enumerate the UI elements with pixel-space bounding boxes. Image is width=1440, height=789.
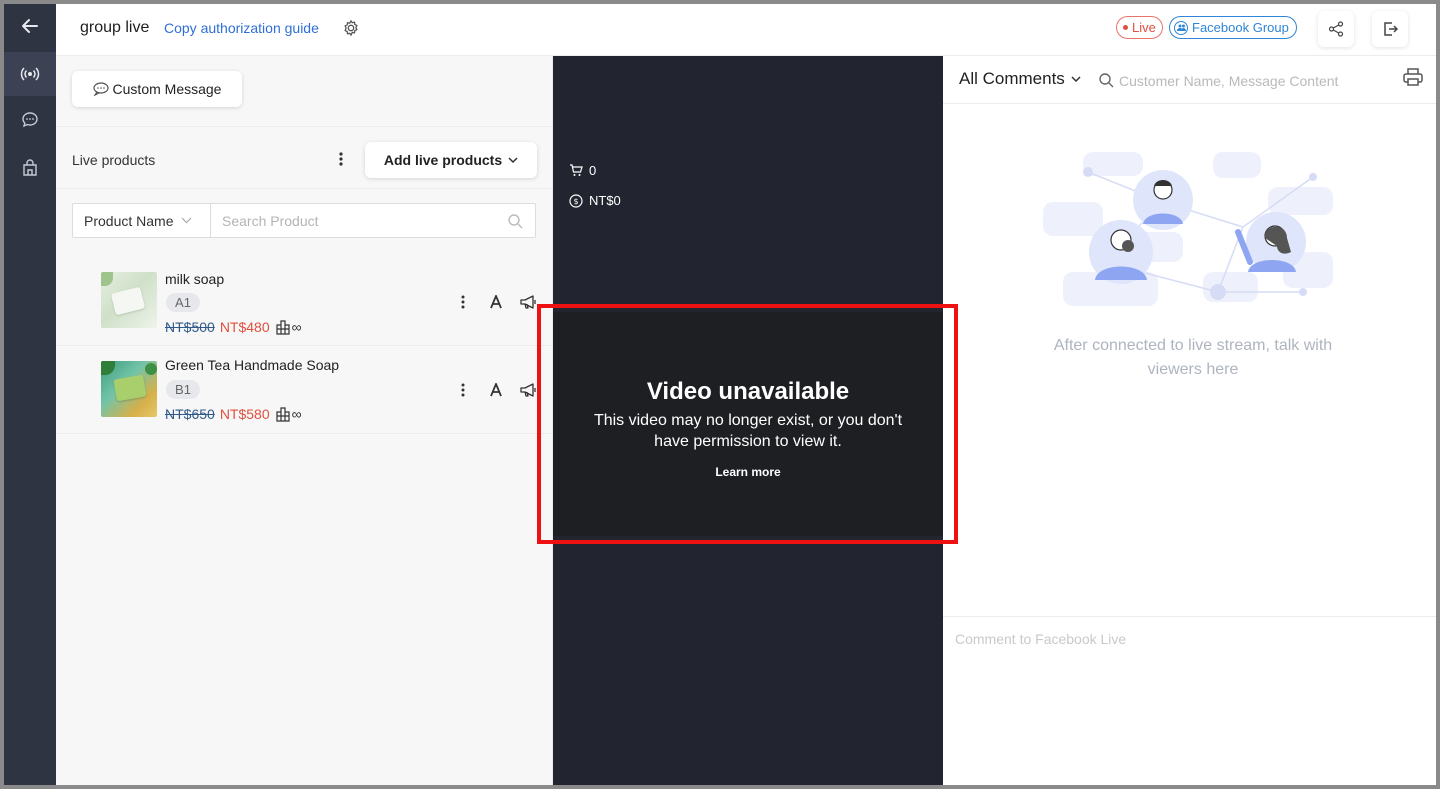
live-broadcast-icon [20, 67, 40, 81]
nav-rail [4, 4, 56, 785]
video-panel: 0 $ NT$0 Video unavailable This video ma… [553, 56, 943, 785]
video-error-message: This video may no longer exist, or you d… [593, 412, 903, 450]
product-row[interactable]: milk soap A1 NT$500 NT$480 ∞ [56, 258, 553, 346]
page-title: group live [80, 19, 150, 36]
custom-message-button[interactable]: Custom Message [72, 71, 242, 107]
comment-search-input[interactable] [1119, 68, 1369, 94]
live-products-label: Live products [72, 152, 156, 168]
chevron-down-icon [182, 217, 192, 224]
video-error-title: Video unavailable [646, 378, 850, 405]
custom-message-label: Custom Message [112, 81, 222, 97]
original-price: NT$500 [165, 319, 215, 335]
product-price: NT$650 NT$580 ∞ [165, 406, 302, 422]
search-icon [1099, 73, 1114, 88]
revenue-amount: NT$0 [589, 193, 621, 208]
product-filter-value: Product Name [84, 212, 174, 229]
live-products-header: Live products Add live products [56, 126, 552, 189]
learn-more-link[interactable]: Learn more [553, 465, 943, 479]
letter-a-icon [489, 295, 502, 309]
empty-comments-message: After connected to live stream, talk wit… [1053, 337, 1333, 378]
font-style-button[interactable] [479, 380, 512, 400]
warehouse-icon [276, 407, 290, 422]
cart-icon [570, 164, 583, 176]
megaphone-icon [520, 383, 536, 397]
comment-composer [943, 616, 1436, 785]
revenue-stat: $ NT$0 [569, 193, 621, 208]
coin-icon: $ [569, 193, 583, 208]
megaphone-icon [520, 295, 536, 309]
add-live-products-label: Add live products [383, 152, 503, 168]
speech-bubble-icon [92, 82, 109, 96]
platform-badge-label: Facebook Group [1192, 20, 1289, 35]
shop-icon [23, 159, 37, 176]
product-search-input[interactable] [212, 204, 502, 237]
live-status-badge: Live [1116, 16, 1163, 39]
product-name: Green Tea Handmade Soap [165, 357, 340, 373]
live-dot-icon [1123, 25, 1128, 30]
font-style-button[interactable] [479, 292, 512, 312]
product-image [101, 361, 157, 417]
announce-button[interactable] [512, 292, 545, 312]
product-code-badge: A1 [166, 293, 200, 312]
chat-icon [22, 112, 38, 128]
more-options-icon [461, 295, 464, 309]
printer-icon[interactable] [1402, 66, 1424, 88]
product-filter-select[interactable]: Product Name [73, 204, 211, 237]
comments-header: All Comments [943, 56, 1436, 104]
back-arrow-icon [22, 19, 38, 33]
product-more-button[interactable] [446, 292, 479, 312]
group-icon [1174, 20, 1188, 35]
product-image [101, 272, 157, 328]
top-header: group live Copy authorization guide Live… [56, 4, 1436, 56]
facebook-group-badge[interactable]: Facebook Group [1169, 16, 1297, 39]
product-name: milk soap [165, 271, 225, 287]
comments-panel: All Comments Customer Name, Message Cont… [943, 56, 1436, 785]
live-products-panel: Custom Message Live products Add live pr… [56, 56, 553, 785]
product-actions [446, 380, 545, 400]
cart-count-stat: 0 [569, 163, 596, 178]
gear-icon[interactable] [342, 19, 360, 37]
chevron-down-icon [508, 157, 518, 163]
copy-guide-link[interactable]: Copy authorization guide [164, 20, 319, 36]
stock-quantity: ∞ [291, 319, 302, 335]
chevron-down-icon [1071, 76, 1081, 82]
app-window: group live Copy authorization guide Live… [4, 4, 1436, 785]
product-actions [446, 292, 545, 312]
share-icon [1328, 21, 1344, 37]
comment-filter-value: All Comments [959, 69, 1065, 88]
original-price: NT$650 [165, 406, 215, 422]
stock-quantity: ∞ [291, 406, 302, 422]
more-options-icon [461, 383, 464, 397]
cart-count: 0 [589, 163, 597, 178]
product-price: NT$500 NT$480 ∞ [165, 319, 302, 335]
announce-button[interactable] [512, 380, 545, 400]
back-button[interactable] [4, 4, 56, 48]
sale-price: NT$580 [219, 406, 270, 422]
live-badge-label: Live [1132, 20, 1156, 35]
comment-input[interactable] [955, 627, 1415, 651]
product-search-bar: Product Name [72, 203, 536, 238]
nav-shop-button[interactable] [4, 146, 56, 190]
add-live-products-button[interactable]: Add live products [365, 142, 537, 178]
warehouse-icon [276, 320, 290, 335]
exit-icon [1384, 22, 1399, 36]
exit-button[interactable] [1372, 11, 1408, 47]
svg-text:$: $ [573, 197, 578, 206]
product-row[interactable]: Green Tea Handmade Soap B1 NT$650 NT$580… [56, 346, 553, 434]
product-more-button[interactable] [446, 380, 479, 400]
sale-price: NT$480 [219, 319, 270, 335]
search-icon[interactable] [507, 213, 523, 229]
empty-comments-illustration [1043, 152, 1333, 306]
more-options-icon[interactable] [335, 149, 347, 169]
comment-filter-dropdown[interactable]: All Comments [959, 69, 1081, 89]
share-button[interactable] [1318, 11, 1354, 47]
letter-a-icon [489, 383, 502, 397]
product-code-badge: B1 [166, 380, 200, 399]
nav-live-button[interactable] [4, 52, 56, 96]
nav-chat-button[interactable] [4, 98, 56, 142]
video-player[interactable]: Video unavailable This video may no long… [553, 312, 943, 536]
